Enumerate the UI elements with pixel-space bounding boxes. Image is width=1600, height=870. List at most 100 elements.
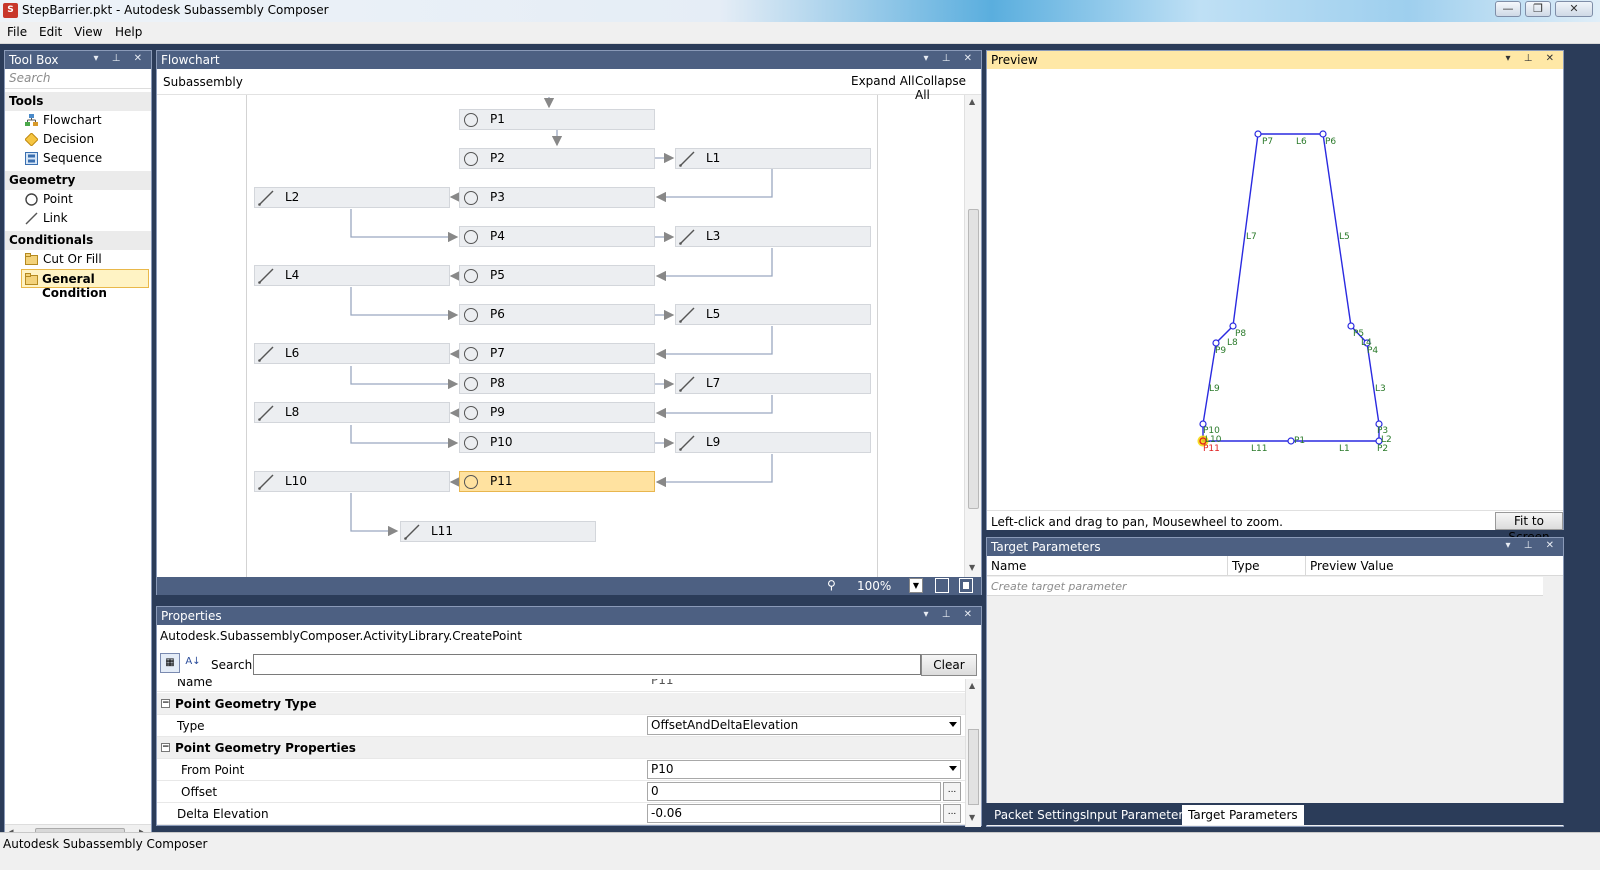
flow-node-p3[interactable]: P3 xyxy=(459,187,655,208)
delta-elevation-expression-button[interactable]: ... xyxy=(943,804,961,823)
column-header-name[interactable]: Name xyxy=(991,559,1026,573)
preview-label-l2: L2 xyxy=(1381,435,1392,445)
toolbox-category-conditionals[interactable]: Conditionals xyxy=(5,231,151,250)
property-row-name[interactable]: Name P11 xyxy=(157,679,965,692)
flow-node-p11[interactable]: P11 xyxy=(459,471,655,492)
toolbox-category-tools[interactable]: Tools xyxy=(5,92,151,111)
panel-controls-icon[interactable]: ▾ ⊥ ✕ xyxy=(94,53,147,64)
preview-canvas[interactable]: P1 P2 P3 P4 P5 P6 P7 P8 P9 P10 P11 L1 L2… xyxy=(987,69,1563,509)
overview-map-icon[interactable] xyxy=(959,578,973,593)
toolbox-search-input[interactable]: Search xyxy=(5,69,151,89)
delta-elevation-field[interactable]: -0.06 xyxy=(647,804,941,823)
offset-expression-button[interactable]: ... xyxy=(943,782,961,801)
alphabetical-sort-icon[interactable]: A↓ xyxy=(183,653,203,673)
type-select[interactable]: OffsetAndDeltaElevation xyxy=(647,716,961,735)
node-label: P6 xyxy=(490,307,505,321)
categorized-view-icon[interactable]: ▦ xyxy=(160,653,180,673)
flow-node-p9[interactable]: P9 xyxy=(459,402,655,423)
property-row-from-point[interactable]: From Point P10 xyxy=(157,759,965,781)
flow-node-l1[interactable]: L1 xyxy=(675,148,871,169)
menu-help[interactable]: Help xyxy=(115,25,142,39)
flow-node-l3[interactable]: L3 xyxy=(675,226,871,247)
flow-node-l9[interactable]: L9 xyxy=(675,432,871,453)
menu-edit[interactable]: Edit xyxy=(39,25,62,39)
scroll-down-icon[interactable]: ▼ xyxy=(969,813,975,822)
minimize-button[interactable]: — xyxy=(1495,1,1521,17)
flow-node-l2[interactable]: L2 xyxy=(254,187,450,208)
tool-decision[interactable]: Decision xyxy=(5,130,151,149)
tool-sequence[interactable]: Sequence xyxy=(5,149,151,168)
scroll-thumb[interactable] xyxy=(968,209,979,509)
flow-node-l4[interactable]: L4 xyxy=(254,265,450,286)
restore-button[interactable]: ❐ xyxy=(1525,1,1551,17)
preview-label-p9: P9 xyxy=(1215,346,1226,356)
flow-node-l11[interactable]: L11 xyxy=(400,521,596,542)
panel-controls-icon[interactable]: ▾ ⊥ ✕ xyxy=(924,609,977,620)
properties-vertical-scrollbar[interactable]: ▲ ▼ xyxy=(965,679,981,827)
offset-field[interactable]: 0 xyxy=(647,782,941,801)
fit-to-screen-button[interactable]: Fit to Screen xyxy=(1495,512,1563,544)
panel-controls-icon[interactable]: ▾ ⊥ ✕ xyxy=(1506,540,1559,551)
clear-button[interactable]: Clear xyxy=(921,654,977,676)
tool-flowchart[interactable]: Flowchart xyxy=(5,111,151,130)
column-header-type[interactable]: Type xyxy=(1232,559,1260,573)
collapse-icon[interactable]: − xyxy=(161,699,170,708)
preview-labels: P1 P2 P3 P4 P5 P6 P7 P8 P9 P10 P11 L1 L2… xyxy=(1203,137,1392,454)
flowchart-canvas[interactable]: P1 P2 P3 P4 P5 P6 P7 P8 P9 P10 P11 L1 L3… xyxy=(246,95,878,577)
tool-cut-or-fill[interactable]: Cut Or Fill xyxy=(5,250,151,269)
preview-footer: Left-click and drag to pan, Mousewheel t… xyxy=(987,510,1563,544)
flow-node-p8[interactable]: P8 xyxy=(459,373,655,394)
properties-search-input[interactable] xyxy=(253,654,921,675)
close-window-button[interactable]: ✕ xyxy=(1555,1,1593,17)
column-header-preview-value[interactable]: Preview Value xyxy=(1310,559,1393,573)
flow-node-l5[interactable]: L5 xyxy=(675,304,871,325)
tool-general-condition[interactable]: General Condition xyxy=(21,269,149,300)
flow-node-p10[interactable]: P10 xyxy=(459,432,655,453)
flow-node-p7[interactable]: P7 xyxy=(459,343,655,364)
node-label: P8 xyxy=(490,376,505,390)
flow-node-p4[interactable]: P4 xyxy=(459,226,655,247)
menu-bar: File Edit View Help xyxy=(0,22,1600,44)
tool-point[interactable]: Point xyxy=(5,190,151,209)
property-row-type[interactable]: Type OffsetAndDeltaElevation xyxy=(157,715,965,737)
scroll-thumb[interactable] xyxy=(968,729,979,805)
zoom-dropdown-icon[interactable]: ▼ xyxy=(909,578,923,593)
property-row-delta-elevation[interactable]: Delta Elevation -0.06 ... xyxy=(157,803,965,825)
flow-node-p1[interactable]: P1 xyxy=(459,109,655,130)
collapse-icon[interactable]: − xyxy=(161,743,170,752)
tab-input-parameters[interactable]: Input Parameters xyxy=(1080,805,1196,825)
flow-node-p5[interactable]: P5 xyxy=(459,265,655,286)
zoom-icon[interactable]: ⚲ xyxy=(827,578,836,592)
property-label: Name xyxy=(177,679,213,689)
panel-controls-icon[interactable]: ▾ ⊥ ✕ xyxy=(1506,53,1559,64)
panel-controls-icon[interactable]: ▾ ⊥ ✕ xyxy=(924,53,977,64)
flow-node-p2[interactable]: P2 xyxy=(459,148,655,169)
menu-file[interactable]: File xyxy=(7,25,27,39)
node-label: P7 xyxy=(490,346,505,360)
property-category-properties[interactable]: − Point Geometry Properties xyxy=(157,737,965,759)
property-category-type[interactable]: − Point Geometry Type xyxy=(157,693,965,715)
properties-class-name: Autodesk.SubassemblyComposer.ActivityLib… xyxy=(160,629,522,643)
property-row-offset[interactable]: Offset 0 ... xyxy=(157,781,965,803)
breadcrumb[interactable]: Subassembly xyxy=(163,75,243,89)
fit-view-icon[interactable] xyxy=(935,578,949,593)
from-point-select[interactable]: P10 xyxy=(647,760,961,779)
flow-node-l6[interactable]: L6 xyxy=(254,343,450,364)
tab-target-parameters[interactable]: Target Parameters xyxy=(1182,805,1304,825)
scroll-up-icon[interactable]: ▲ xyxy=(969,97,975,106)
flow-node-l7[interactable]: L7 xyxy=(675,373,871,394)
toolbox-category-geometry[interactable]: Geometry xyxy=(5,171,151,190)
flow-node-l10[interactable]: L10 xyxy=(254,471,450,492)
tool-link[interactable]: Link xyxy=(5,209,151,228)
flow-node-p6[interactable]: P6 xyxy=(459,304,655,325)
flowchart-vertical-scrollbar[interactable]: ▲ ▼ xyxy=(964,95,981,577)
expand-all-link[interactable]: Expand All xyxy=(851,74,915,88)
scroll-up-icon[interactable]: ▲ xyxy=(969,681,975,690)
preview-label-p6: P6 xyxy=(1325,137,1336,147)
menu-view[interactable]: View xyxy=(74,25,102,39)
scroll-down-icon[interactable]: ▼ xyxy=(969,563,975,572)
tab-packet-settings[interactable]: Packet Settings xyxy=(988,805,1092,825)
link-icon xyxy=(679,307,695,323)
target-parameters-new-row[interactable]: Create target parameter xyxy=(987,577,1543,596)
flow-node-l8[interactable]: L8 xyxy=(254,402,450,423)
